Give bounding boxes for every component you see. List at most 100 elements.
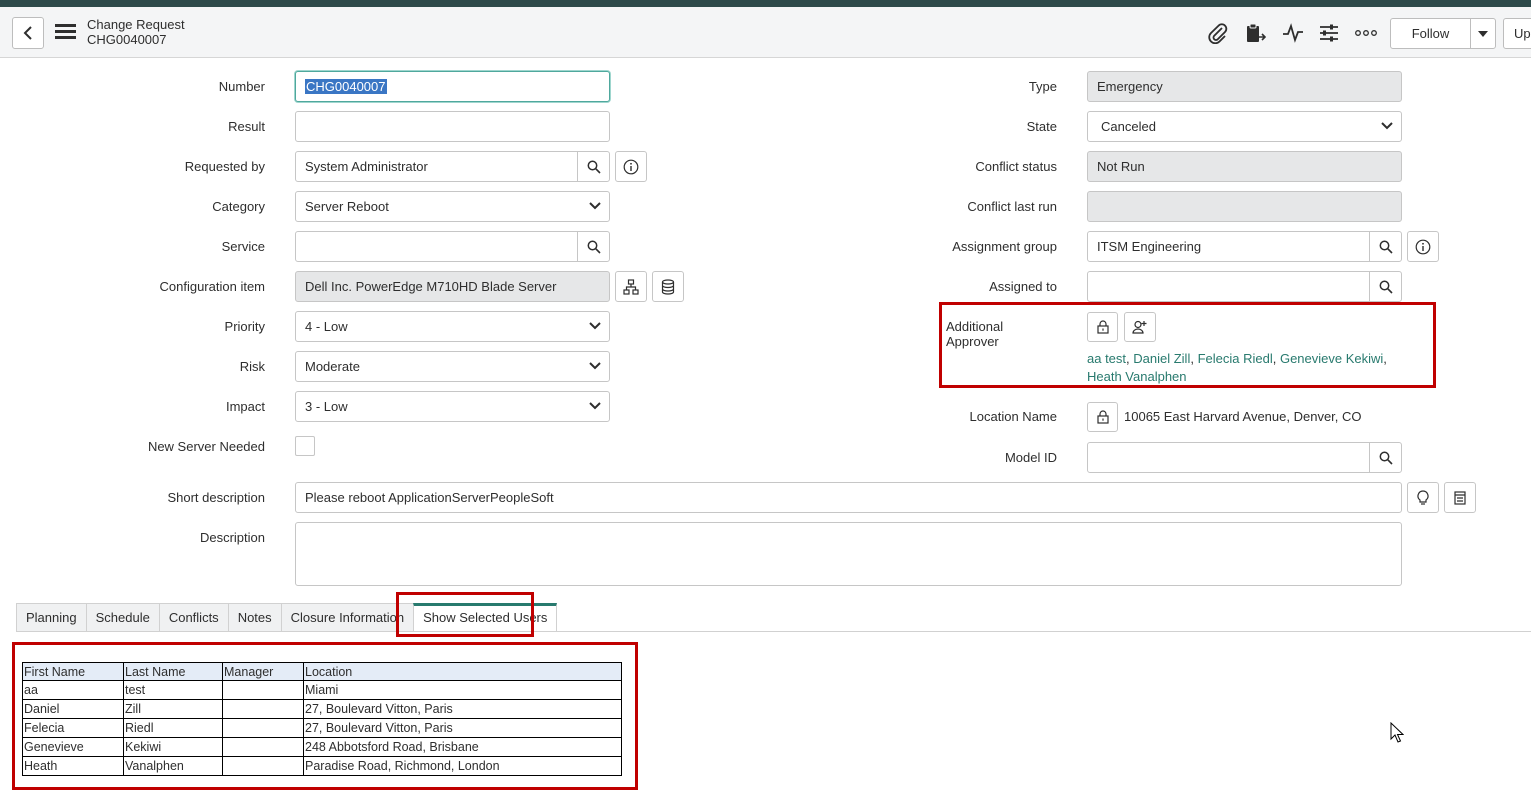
conflict-status-field[interactable]: Not Run <box>1087 151 1402 182</box>
approver-link[interactable]: Genevieve Kekiwi <box>1280 351 1383 366</box>
table-cell <box>222 718 304 738</box>
type-label: Type <box>1028 79 1057 94</box>
search-icon <box>587 160 601 174</box>
related-search-button[interactable] <box>1444 482 1476 513</box>
location-unlock-button[interactable] <box>1087 402 1118 432</box>
add-me-icon <box>1132 320 1147 334</box>
requested-by-info-button[interactable] <box>615 151 647 182</box>
approver-link[interactable]: aa test <box>1087 351 1126 366</box>
table-row: Genevieve Kekiwi 248 Abbotsford Road, Br… <box>22 737 622 757</box>
assignment-group-lookup-button[interactable] <box>1369 232 1401 261</box>
suggestion-button[interactable] <box>1407 482 1439 513</box>
table-cell: Miami <box>303 680 622 700</box>
assigned-to-lookup-button[interactable] <box>1369 272 1401 301</box>
short-description-label: Short description <box>167 490 265 505</box>
table-cell: Riedl <box>123 718 223 738</box>
table-cell: 27, Boulevard Vitton, Paris <box>303 699 622 719</box>
follow-button[interactable]: Follow <box>1390 18 1471 49</box>
requested-by-label: Requested by <box>184 159 265 174</box>
form-title: Change Request <box>87 17 185 32</box>
hamburger-icon[interactable] <box>55 24 76 40</box>
service-lookup-button[interactable] <box>577 232 609 261</box>
risk-select[interactable]: Moderate <box>295 351 610 382</box>
clipboard-icon[interactable] <box>1243 22 1267 44</box>
search-icon <box>1379 240 1393 254</box>
table-row: Daniel Zill 27, Boulevard Vitton, Paris <box>22 699 622 719</box>
state-label: State <box>1026 119 1057 134</box>
category-select[interactable]: Server Reboot <box>295 191 610 222</box>
approver-unlock-button[interactable] <box>1087 312 1118 342</box>
additional-approver-label: Additional Approver <box>946 319 1004 349</box>
assigned-to-label: Assigned to <box>989 279 1057 294</box>
table-cell: Heath <box>22 756 124 776</box>
table-row: Felecia Riedl 27, Boulevard Vitton, Pari… <box>22 718 622 738</box>
lightbulb-icon <box>1417 489 1429 505</box>
tab-highlight-box <box>396 592 534 637</box>
table-row: Heath Vanalphen Paradise Road, Richmond,… <box>22 756 622 776</box>
chevron-down-icon <box>589 202 601 210</box>
result-label: Result <box>228 119 265 134</box>
column-header: Last Name <box>123 662 223 681</box>
table-cell: Vanalphen <box>123 756 223 776</box>
description-textarea[interactable] <box>295 522 1402 586</box>
short-description-field[interactable]: Please reboot ApplicationServerPeopleSof… <box>295 482 1402 513</box>
chevron-down-icon <box>589 402 601 410</box>
impact-label: Impact <box>225 399 265 414</box>
approver-link[interactable]: Daniel Zill <box>1133 351 1190 366</box>
tab-conflicts[interactable]: Conflicts <box>158 603 228 632</box>
tab-notes[interactable]: Notes <box>227 603 281 632</box>
model-id-label: Model ID <box>1004 450 1057 465</box>
form-record-number: CHG0040007 <box>87 32 167 47</box>
assigned-to-field[interactable] <box>1087 271 1402 302</box>
pulse-icon[interactable] <box>1281 22 1305 44</box>
table-cell <box>222 756 304 776</box>
result-field[interactable] <box>295 111 610 142</box>
tab-closure-information[interactable]: Closure Information <box>280 603 414 632</box>
paperclip-icon[interactable] <box>1206 22 1230 44</box>
model-id-field[interactable] <box>1087 442 1402 473</box>
table-cell <box>222 737 304 757</box>
requested-by-field[interactable]: System Administrator <box>295 151 610 182</box>
ci-details-button[interactable] <box>652 271 684 302</box>
tab-schedule[interactable]: Schedule <box>85 603 159 632</box>
state-select[interactable]: Canceled <box>1087 111 1402 142</box>
conflict-last-run-label: Conflict last run <box>967 199 1057 214</box>
dependency-map-button[interactable] <box>615 271 647 302</box>
service-field[interactable] <box>295 231 610 262</box>
number-field[interactable]: CHG0040007 <box>295 71 610 102</box>
location-name-value: 10065 East Harvard Avenue, Denver, CO <box>1124 409 1362 424</box>
description-label: Description <box>199 530 265 545</box>
more-options-icon[interactable] <box>1354 22 1378 44</box>
document-search-icon <box>1454 490 1466 505</box>
table-cell: aa <box>22 680 124 700</box>
new-server-needed-checkbox[interactable] <box>295 436 315 456</box>
sliders-icon[interactable] <box>1317 22 1341 44</box>
model-id-lookup-button[interactable] <box>1369 443 1401 472</box>
approver-link[interactable]: Felecia Riedl <box>1198 351 1273 366</box>
priority-select[interactable]: 4 - Low <box>295 311 610 342</box>
impact-select[interactable]: 3 - Low <box>295 391 610 422</box>
configuration-item-field[interactable]: Dell Inc. PowerEdge M710HD Blade Server <box>295 271 610 302</box>
approver-link[interactable]: Heath Vanalphen <box>1087 369 1187 384</box>
location-name-label: Location Name <box>969 409 1057 424</box>
follow-dropdown-button[interactable] <box>1470 18 1496 49</box>
number-label: Number <box>218 79 265 94</box>
update-button[interactable]: Update <box>1503 18 1531 49</box>
requested-by-lookup-button[interactable] <box>577 152 609 181</box>
type-field[interactable]: Emergency <box>1087 71 1402 102</box>
table-cell: Paradise Road, Richmond, London <box>303 756 622 776</box>
mouse-cursor-icon <box>1390 722 1404 743</box>
assignment-group-field[interactable]: ITSM Engineering <box>1087 231 1402 262</box>
category-label: Category <box>212 199 265 214</box>
assignment-group-info-button[interactable] <box>1407 231 1439 262</box>
tab-planning[interactable]: Planning <box>16 603 86 632</box>
configuration-item-label: Configuration item <box>159 279 266 294</box>
conflict-last-run-field[interactable] <box>1087 191 1402 222</box>
approver-add-me-button[interactable] <box>1124 312 1156 342</box>
table-cell: Zill <box>123 699 223 719</box>
column-header: Location <box>303 662 622 681</box>
chevron-down-icon <box>1381 122 1393 130</box>
table-cell: test <box>123 680 223 700</box>
search-icon <box>1379 451 1393 465</box>
back-button[interactable] <box>12 17 44 49</box>
